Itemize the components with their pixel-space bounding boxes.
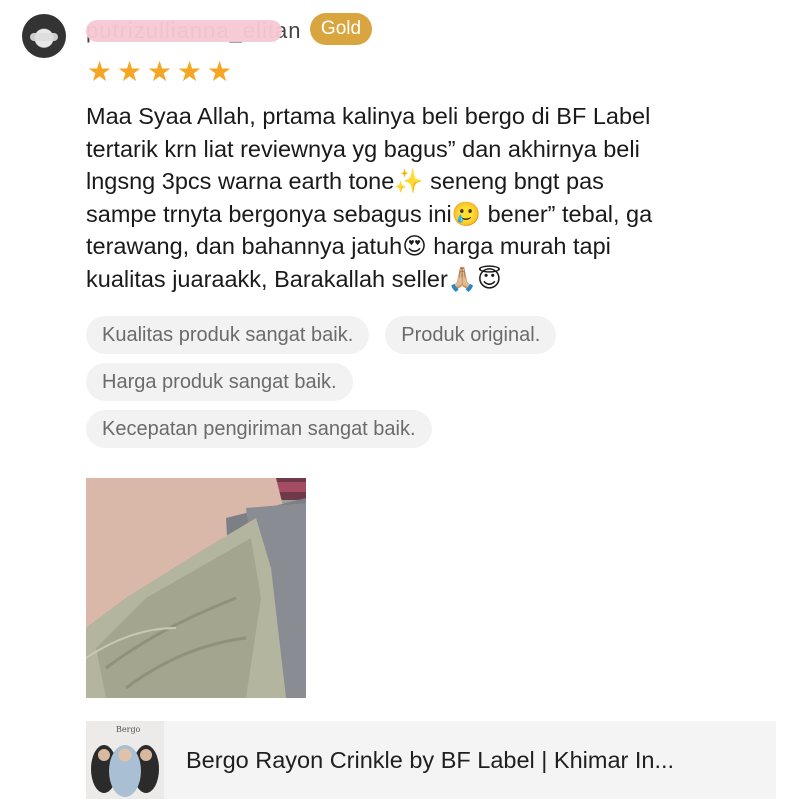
star-icon: ★ xyxy=(116,56,143,87)
reviewer-name[interactable]: putrizullianna_elitan xyxy=(86,16,300,43)
review-photo[interactable] xyxy=(86,478,306,698)
review-text: Maa Syaa Allah, prtama kalinya beli berg… xyxy=(86,100,786,295)
review-line: kualitas juaraakk, Barakallah seller🙏🏼😇 xyxy=(86,265,502,292)
review-tags: Kualitas produk sangat baik. Produk orig… xyxy=(86,316,726,457)
star-icon: ★ xyxy=(206,56,233,87)
star-icon: ★ xyxy=(146,56,173,87)
review-line: sampe trnyta bergonya sebagus ini🥲 bener… xyxy=(86,200,653,227)
review-line: terawang, dan bahannya jatuh😍 harga mura… xyxy=(86,233,611,259)
product-link[interactable]: Bergo Bergo Rayon Crinkle by BF Label | … xyxy=(86,721,776,799)
avatar[interactable] xyxy=(22,14,66,58)
tag-shipping-speed: Kecepatan pengiriman sangat baik. xyxy=(86,410,432,448)
review-line: Maa Syaa Allah, prtama kalinya beli berg… xyxy=(86,103,651,129)
tag-quality: Kualitas produk sangat baik. xyxy=(86,316,370,354)
star-rating: ★ ★ ★ ★ ★ xyxy=(86,56,233,87)
star-icon: ★ xyxy=(176,56,203,87)
tag-price: Harga produk sangat baik. xyxy=(86,363,353,401)
review-line: lngsng 3pcs warna earth tone✨ seneng bng… xyxy=(86,168,604,194)
membership-badge: Gold xyxy=(310,13,372,45)
star-icon: ★ xyxy=(86,56,113,87)
fabric-photo-image xyxy=(86,478,306,698)
product-title: Bergo Rayon Crinkle by BF Label | Khimar… xyxy=(186,746,675,773)
name-redaction xyxy=(86,20,282,42)
thumbnail-brand-text: Bergo xyxy=(116,725,141,734)
product-thumbnail: Bergo xyxy=(86,721,164,799)
review-line: tertarik krn liat reviewnya yg bagus” da… xyxy=(86,135,640,162)
tag-original: Produk original. xyxy=(385,316,557,354)
